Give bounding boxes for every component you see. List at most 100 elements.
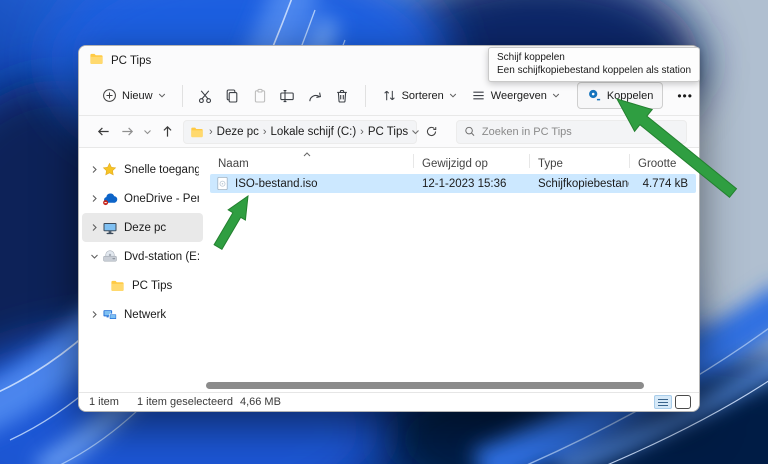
sidebar-item-label: Netwerk xyxy=(124,309,166,321)
delete-button[interactable] xyxy=(328,81,355,111)
details-view-button[interactable] xyxy=(654,395,672,409)
folder-icon xyxy=(110,278,126,293)
chevron-down-icon xyxy=(411,128,420,136)
sidebar-item-onedrive[interactable]: OneDrive - Personal xyxy=(82,184,203,213)
arrow-up-icon xyxy=(160,124,175,139)
chevron-right-icon[interactable] xyxy=(90,165,102,174)
share-button[interactable] xyxy=(301,81,328,111)
sidebar-item-label: OneDrive - Personal xyxy=(124,193,199,205)
sidebar-item-snelle-toegang[interactable]: Snelle toegang xyxy=(82,155,203,184)
column-header-type[interactable]: Type xyxy=(529,148,629,173)
sidebar-item-label: Deze pc xyxy=(124,222,166,234)
large-icons-view-button[interactable] xyxy=(675,395,691,409)
file-list-pane: Naam Gewijzigd op Type Grootte ISO xyxy=(206,148,699,392)
dvd-drive-icon xyxy=(102,249,118,265)
back-button[interactable] xyxy=(91,120,115,144)
trash-icon xyxy=(334,88,350,104)
refresh-icon xyxy=(425,125,438,138)
sort-icon xyxy=(382,88,397,103)
new-button[interactable]: Nieuw xyxy=(95,82,173,109)
horizontal-scrollbar[interactable] xyxy=(206,381,699,390)
chevron-down-icon xyxy=(143,128,152,136)
chevron-right-icon[interactable] xyxy=(90,223,102,232)
cut-button[interactable] xyxy=(191,81,218,111)
breadcrumb-item-deze-pc[interactable]: Deze pc xyxy=(214,126,262,138)
folder-icon xyxy=(190,125,204,139)
sidebar-item-label: Dvd-station (E:) 2023 xyxy=(124,251,199,263)
mount-tooltip: Schijf koppelen Een schijfkopiebestand k… xyxy=(488,47,700,82)
sort-ascending-icon xyxy=(302,149,312,161)
breadcrumb[interactable]: › Deze pc › Lokale schijf (C:) › PC Tips xyxy=(183,120,417,144)
column-header-naam[interactable]: Naam xyxy=(206,148,413,173)
mount-button[interactable]: Koppelen xyxy=(577,82,664,109)
see-more-button[interactable]: ••• xyxy=(671,83,699,109)
forward-button[interactable] xyxy=(115,120,139,144)
search-icon xyxy=(464,125,476,138)
column-header-label: Gewijzigd op xyxy=(422,158,488,170)
paste-button[interactable] xyxy=(246,81,273,111)
column-header-label: Naam xyxy=(218,158,249,170)
mount-disc-icon xyxy=(587,88,602,103)
rename-button[interactable] xyxy=(274,81,301,111)
view-button[interactable]: Weergeven xyxy=(464,82,567,109)
address-bar: › Deze pc › Lokale schijf (C:) › PC Tips xyxy=(79,116,699,148)
up-button[interactable] xyxy=(155,120,179,144)
file-size: 4.774 kB xyxy=(629,178,696,190)
sort-button-label: Sorteren xyxy=(402,90,444,102)
sort-button[interactable]: Sorteren xyxy=(375,82,464,109)
chevron-down-icon[interactable] xyxy=(90,252,102,261)
arrow-left-icon xyxy=(96,124,111,139)
arrow-right-icon xyxy=(120,124,135,139)
tooltip-description: Een schijfkopiebestand koppelen als stat… xyxy=(497,65,691,76)
sidebar-item-dvd-station[interactable]: Dvd-station (E:) 2023 xyxy=(82,242,203,271)
onedrive-cloud-icon xyxy=(102,191,118,207)
column-header-gewijzigd-op[interactable]: Gewijzigd op xyxy=(413,148,529,173)
navigation-pane: Snelle toegang OneDrive - Personal Deze … xyxy=(79,148,206,392)
copy-button[interactable] xyxy=(219,81,246,111)
refresh-button[interactable] xyxy=(420,120,442,144)
file-type: Schijfkopiebestand xyxy=(529,178,629,190)
mount-button-label: Koppelen xyxy=(607,90,654,102)
chevron-down-icon xyxy=(552,92,560,99)
breadcrumb-item-lokale-schijf[interactable]: Lokale schijf (C:) xyxy=(268,126,360,138)
column-header-grootte[interactable]: Grootte xyxy=(629,148,700,173)
network-icon xyxy=(102,307,118,323)
sidebar-item-deze-pc[interactable]: Deze pc xyxy=(82,213,203,242)
tooltip-title: Schijf koppelen xyxy=(497,52,691,63)
search-input[interactable] xyxy=(482,126,679,138)
breadcrumb-item-pc-tips[interactable]: PC Tips xyxy=(365,126,411,138)
column-header-label: Type xyxy=(538,158,563,170)
sidebar-item-label: Snelle toegang xyxy=(124,164,199,176)
recent-locations-button[interactable] xyxy=(139,120,155,144)
chevron-right-icon[interactable] xyxy=(90,310,102,319)
command-bar: Nieuw Sorteren Weergeven xyxy=(79,76,699,116)
view-button-label: Weergeven xyxy=(491,90,547,102)
file-modified: 12-1-2023 15:36 xyxy=(413,178,529,190)
status-bar: 1 item 1 item geselecteerd 4,66 MB xyxy=(79,392,699,411)
iso-file-icon xyxy=(215,176,230,191)
window-title: PC Tips xyxy=(111,55,151,67)
search-box[interactable] xyxy=(456,120,687,144)
toolbar-divider xyxy=(365,85,366,107)
share-icon xyxy=(307,88,323,104)
selection-size: 4,66 MB xyxy=(240,396,281,408)
sidebar-item-netwerk[interactable]: Netwerk xyxy=(82,300,203,329)
explorer-window: PC Tips Nieuw xyxy=(78,45,700,412)
scissors-icon xyxy=(197,88,213,104)
item-count: 1 item xyxy=(89,396,119,408)
chevron-down-icon xyxy=(449,92,457,99)
rename-icon xyxy=(279,88,295,104)
chevron-right-icon[interactable] xyxy=(90,194,102,203)
paste-icon xyxy=(252,88,268,104)
copy-icon xyxy=(224,88,240,104)
file-name: ISO-bestand.iso xyxy=(235,178,317,190)
toolbar-divider xyxy=(182,85,183,107)
star-icon xyxy=(102,162,118,177)
chevron-down-icon xyxy=(158,92,166,99)
folder-icon xyxy=(89,51,104,71)
column-header-label: Grootte xyxy=(638,158,676,170)
file-row-iso-bestand[interactable]: ISO-bestand.iso 12-1-2023 15:36 Schijfko… xyxy=(210,174,696,193)
address-dropdown-button[interactable] xyxy=(411,128,420,136)
sidebar-item-pc-tips[interactable]: PC Tips xyxy=(82,271,203,300)
scrollbar-thumb[interactable] xyxy=(206,382,644,389)
